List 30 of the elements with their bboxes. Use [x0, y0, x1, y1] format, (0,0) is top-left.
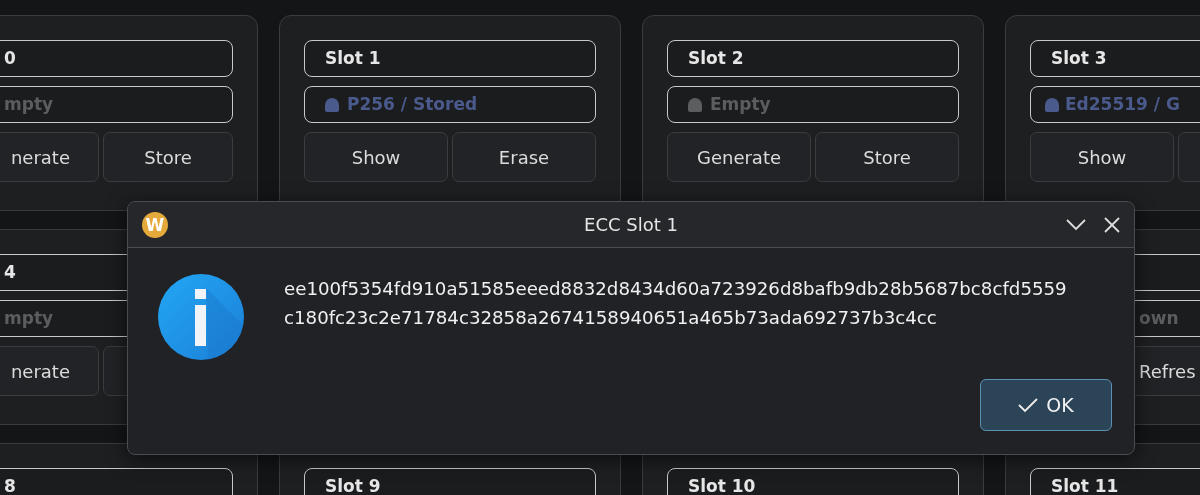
status-text: mpty — [4, 310, 54, 327]
slot-title: Slot 2 — [667, 40, 959, 77]
slot-button[interactable]: Generate — [667, 132, 811, 182]
ok-button[interactable]: OK — [980, 379, 1112, 431]
slot-button[interactable]: Store — [103, 132, 233, 182]
status-text: P256 / Stored — [347, 96, 478, 113]
check-icon — [1018, 397, 1039, 413]
slot-title: 0 — [0, 40, 233, 77]
slot-title: Slot 11 — [1030, 468, 1200, 495]
slot-title: Slot 9 — [304, 468, 596, 495]
slot-button[interactable]: Show — [304, 132, 448, 182]
slot-title: 8 — [0, 468, 233, 495]
slot-button[interactable]: Erase — [452, 132, 596, 182]
status-text: Ed25519 / G — [1065, 96, 1180, 113]
slot-title: Slot 1 — [304, 40, 596, 77]
chevron-down-icon[interactable] — [1066, 218, 1086, 231]
status-text: mpty — [4, 96, 54, 113]
message-text: ee100f5354fd910a51585eeed8832d8434d60a723926d8bafb9db28b5687bc8cfd5559 c180fc23c2e71784c32858a2674158940651a465b73ada692737b3c4cc — [284, 277, 1067, 330]
slot-button[interactable]: Store — [815, 132, 959, 182]
slot-button[interactable]: nerate — [0, 132, 99, 182]
slot-title: Slot 3 — [1030, 40, 1200, 77]
close-icon[interactable] — [1104, 216, 1120, 233]
slot-button[interactable]: nerate — [0, 346, 99, 396]
dialog-title: ECC Slot 1 — [584, 214, 678, 235]
status-text: own — [1139, 310, 1179, 327]
app-logo: W — [142, 211, 168, 238]
slot-title: Slot 10 — [667, 468, 959, 495]
status-text: Empty — [710, 96, 771, 113]
slot-button[interactable]: Show — [1030, 132, 1174, 182]
info-icon — [158, 274, 244, 360]
